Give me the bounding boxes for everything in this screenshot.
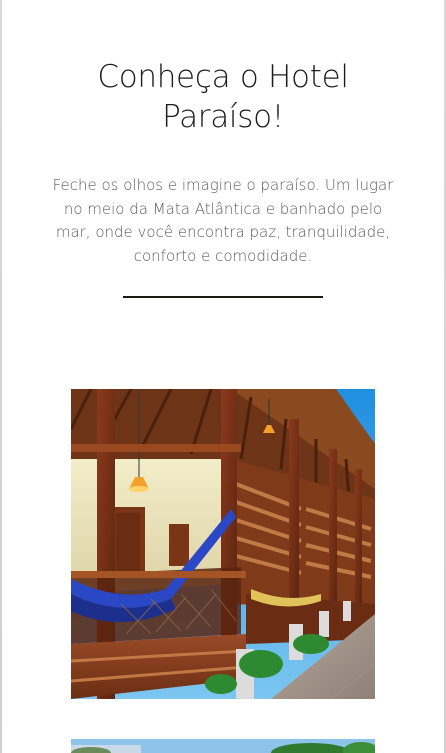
left-page-border (0, 0, 2, 753)
hotel-garden-photo[interactable] (71, 739, 375, 753)
hotel-chalet-photo[interactable] (71, 389, 375, 699)
page-title: Conheça o Hotel Paraíso! (97, 59, 349, 135)
intro-paragraph: Feche os olhos e imagine o paraíso. Um l… (52, 176, 394, 265)
title-divider (123, 296, 323, 298)
